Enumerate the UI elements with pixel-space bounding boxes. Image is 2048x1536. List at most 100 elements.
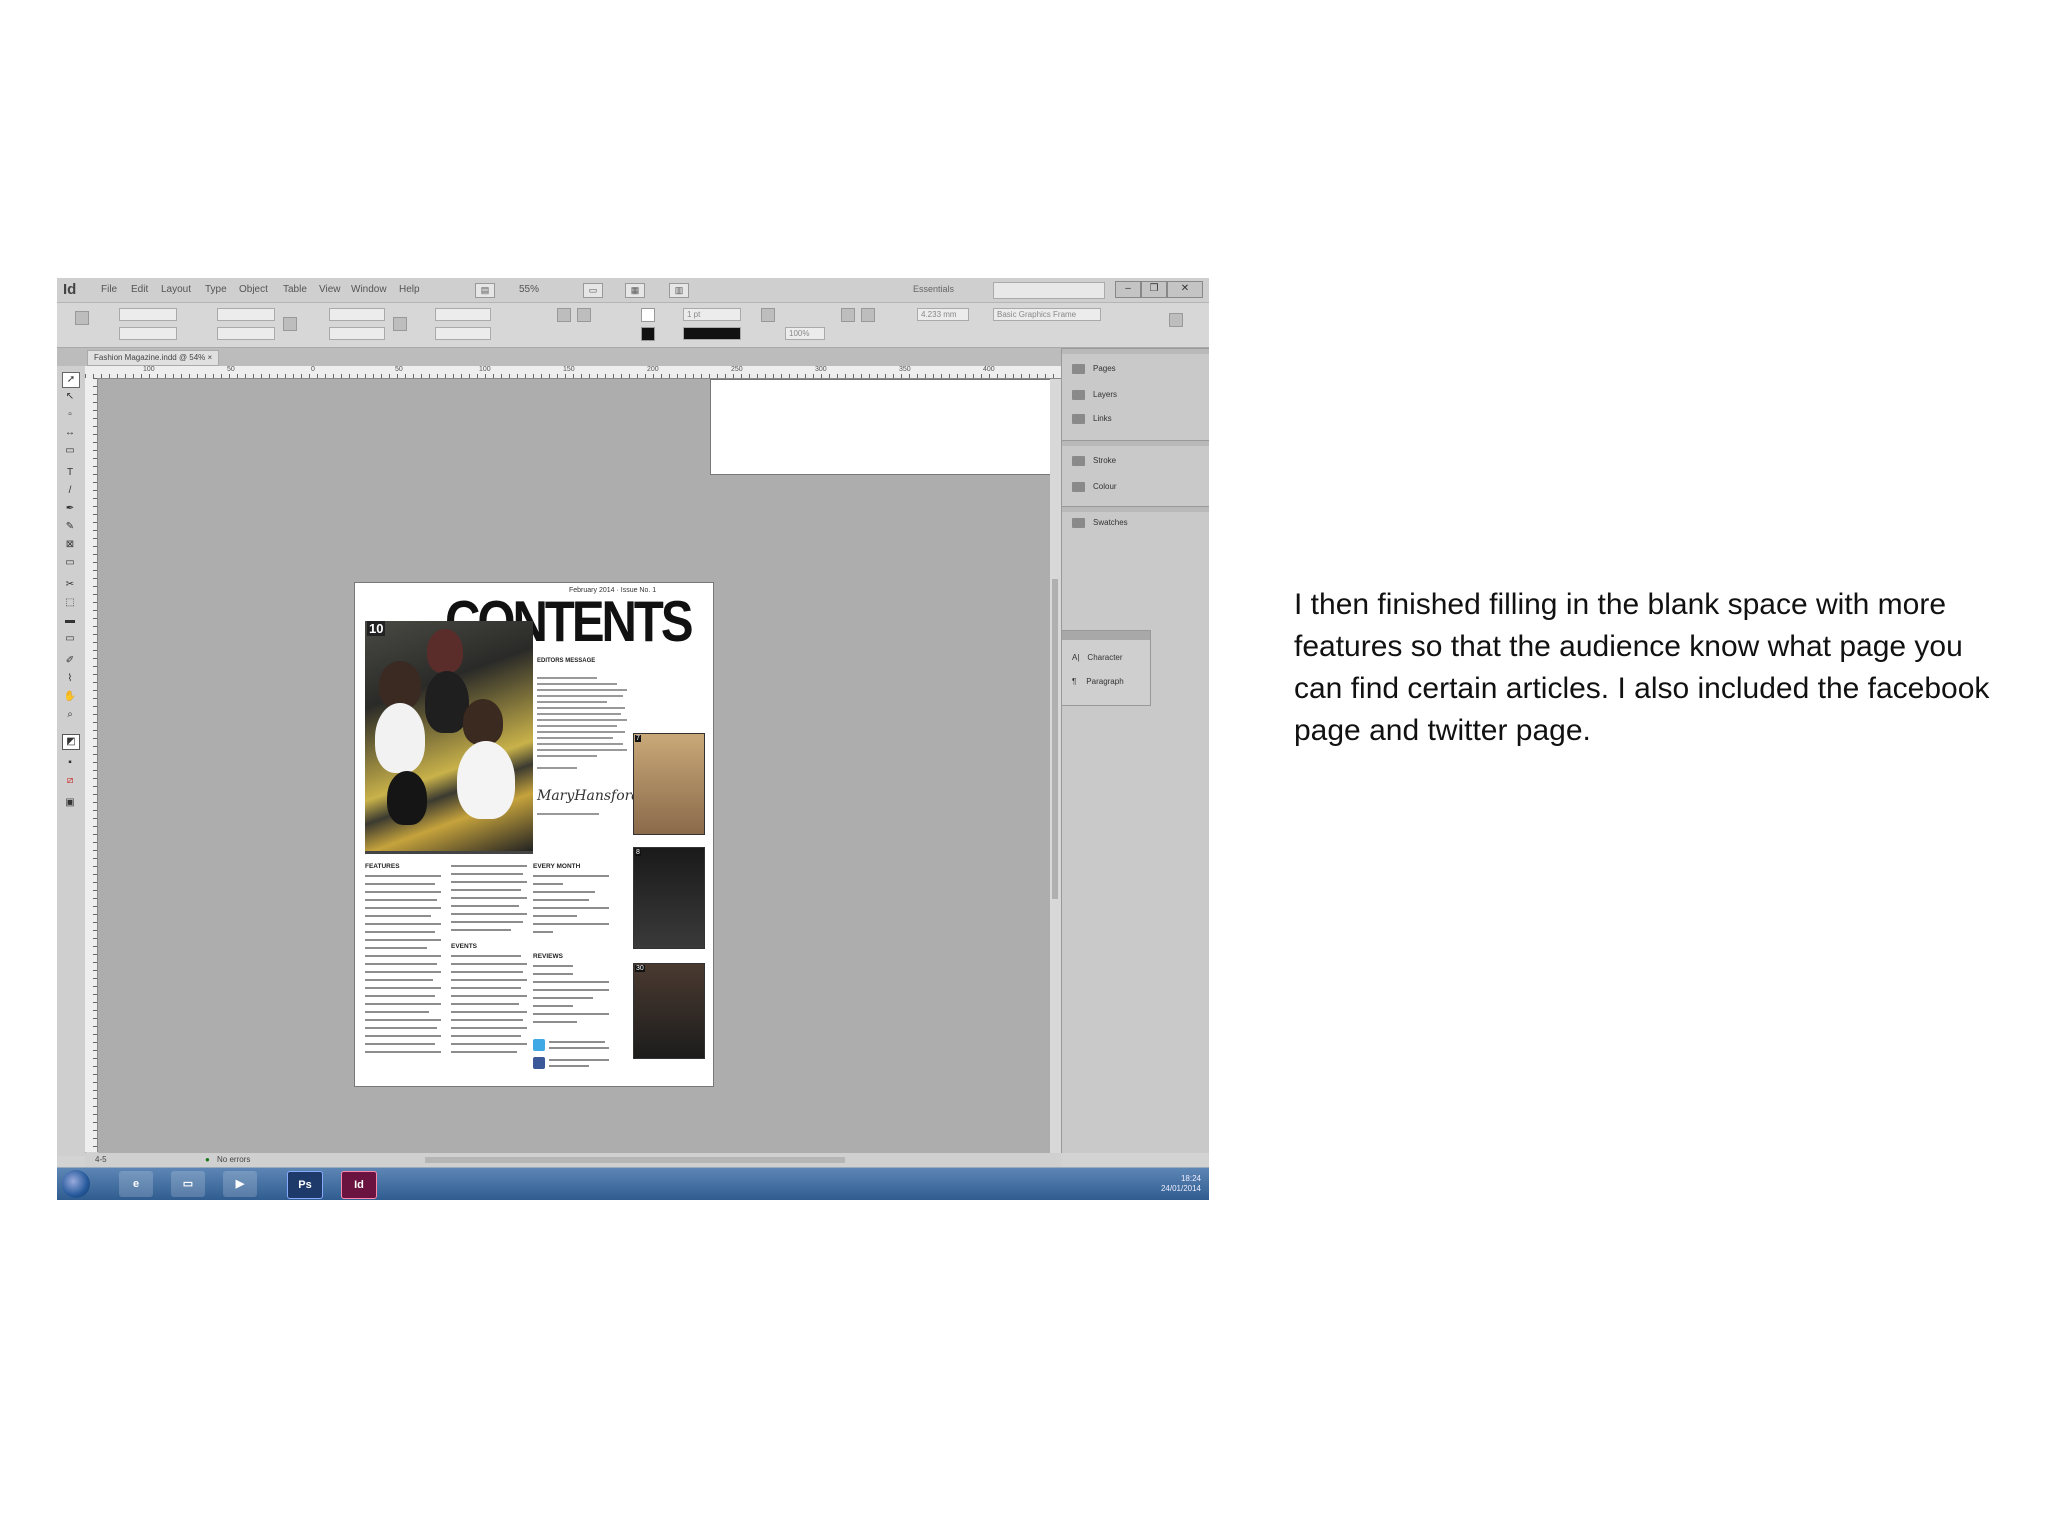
- scroll-thumb[interactable]: [1052, 579, 1058, 899]
- rotation-field[interactable]: [435, 308, 491, 321]
- close-button[interactable]: ✕: [1167, 281, 1203, 298]
- thumbnail-photo-3[interactable]: 30: [633, 963, 705, 1059]
- apply-color-icon[interactable]: ▪: [62, 756, 78, 770]
- zoom-tool-icon[interactable]: ⌕: [62, 708, 78, 722]
- stroke-swatch-icon[interactable]: [641, 327, 655, 341]
- shear-field[interactable]: [435, 327, 491, 340]
- workspace-switcher[interactable]: Essentials: [913, 284, 954, 294]
- clock-date[interactable]: 24/01/2014: [1161, 1184, 1201, 1193]
- close-tab-icon[interactable]: ×: [208, 353, 213, 362]
- horizontal-scrollbar[interactable]: [425, 1157, 845, 1163]
- screen-mode-icon[interactable]: ▦: [625, 283, 645, 298]
- pencil-tool-icon[interactable]: ✎: [62, 520, 78, 534]
- media-player-icon[interactable]: ▶: [223, 1171, 257, 1197]
- contents-page[interactable]: February 2014 · Issue No. 1 CONTENTS 10 …: [354, 582, 714, 1087]
- opacity-field[interactable]: 100%: [785, 327, 825, 340]
- hand-tool-icon[interactable]: ✋: [62, 690, 78, 704]
- menu-type[interactable]: Type: [205, 284, 227, 295]
- fitting-icon[interactable]: [761, 308, 775, 322]
- selection-tool-icon[interactable]: ➚: [62, 372, 80, 388]
- page-tool-icon[interactable]: ▫: [62, 408, 78, 422]
- scissors-tool-icon[interactable]: ✂: [62, 578, 78, 592]
- reference-point-icon[interactable]: [75, 311, 89, 325]
- zoom-level[interactable]: 55%: [519, 284, 539, 295]
- panel-pages[interactable]: Pages: [1072, 360, 1116, 378]
- free-transform-tool-icon[interactable]: ⬚: [62, 596, 78, 610]
- clock-time[interactable]: 18:24: [1181, 1174, 1201, 1183]
- bridge-icon[interactable]: ▤: [475, 283, 495, 298]
- panel-links[interactable]: Links: [1072, 410, 1112, 428]
- preflight-status[interactable]: No errors: [217, 1155, 250, 1164]
- menu-table[interactable]: Table: [283, 284, 307, 295]
- fill-stroke-icon[interactable]: ◩: [62, 734, 80, 750]
- direct-selection-tool-icon[interactable]: ↖: [62, 390, 78, 404]
- panel-paragraph[interactable]: ¶ Paragraph: [1072, 673, 1124, 691]
- gradient-feather-tool-icon[interactable]: ▭: [62, 632, 78, 646]
- hero-photo[interactable]: 10: [365, 621, 533, 851]
- control-panel: 1 pt 100% 4.233 mm Basic Graphics Frame: [57, 303, 1209, 348]
- gap-field[interactable]: 4.233 mm: [917, 308, 969, 321]
- restore-button[interactable]: ❐: [1141, 281, 1167, 298]
- menu-edit[interactable]: Edit: [131, 284, 148, 295]
- scale-y-field[interactable]: [329, 327, 385, 340]
- page-number-field[interactable]: 4-5: [95, 1155, 107, 1164]
- panel-character[interactable]: A| Character: [1072, 649, 1123, 667]
- content-collector-icon[interactable]: ▭: [62, 444, 78, 458]
- menu-window[interactable]: Window: [351, 284, 387, 295]
- search-input[interactable]: [993, 282, 1105, 299]
- eyedropper-tool-icon[interactable]: ⌇: [62, 672, 78, 686]
- scale-x-field[interactable]: [329, 308, 385, 321]
- gradient-tool-icon[interactable]: ▬: [62, 614, 78, 628]
- apply-none-icon[interactable]: ⧄: [62, 774, 78, 788]
- distribute-icon[interactable]: [861, 308, 875, 322]
- rectangle-tool-icon[interactable]: ▭: [62, 556, 78, 570]
- indesign-icon[interactable]: Id: [341, 1171, 377, 1199]
- gap-tool-icon[interactable]: ↔: [62, 426, 78, 440]
- pasteboard[interactable]: February 2014 · Issue No. 1 CONTENTS 10 …: [98, 379, 1070, 1153]
- scale-link-icon[interactable]: [393, 317, 407, 331]
- arrange-documents-icon[interactable]: ▥: [669, 283, 689, 298]
- width-field[interactable]: [217, 308, 275, 321]
- type-tool-icon[interactable]: T: [62, 466, 78, 480]
- ie-icon[interactable]: e: [119, 1171, 153, 1197]
- floating-panel-header[interactable]: [1062, 631, 1150, 640]
- thumbnail-photo-2[interactable]: 8: [633, 847, 705, 949]
- menu-layout[interactable]: Layout: [161, 284, 191, 295]
- x-field[interactable]: [119, 308, 177, 321]
- start-button[interactable]: [62, 1170, 90, 1198]
- line-tool-icon[interactable]: /: [62, 484, 78, 498]
- panel-colour[interactable]: Colour: [1072, 478, 1117, 496]
- rectangle-frame-tool-icon[interactable]: ⊠: [62, 538, 78, 552]
- photoshop-icon[interactable]: Ps: [287, 1171, 323, 1199]
- stroke-type-select[interactable]: [683, 327, 741, 340]
- fill-swatch-icon[interactable]: [641, 308, 655, 322]
- document-tab[interactable]: Fashion Magazine.indd @ 54% ×: [87, 350, 220, 366]
- align-icon[interactable]: [841, 308, 855, 322]
- vertical-scrollbar[interactable]: [1050, 379, 1061, 1153]
- rotate-icon[interactable]: [557, 308, 571, 322]
- panel-layers[interactable]: Layers: [1072, 386, 1117, 404]
- constrain-proportions-icon[interactable]: [283, 317, 297, 331]
- stroke-weight-field[interactable]: 1 pt: [683, 308, 741, 321]
- menu-help[interactable]: Help: [399, 284, 420, 295]
- thumbnail-photo-1[interactable]: 7: [633, 733, 705, 835]
- screen-mode-tool-icon[interactable]: ▣: [62, 796, 78, 810]
- menu-object[interactable]: Object: [239, 284, 268, 295]
- previous-page[interactable]: [710, 379, 1070, 475]
- text-line: [365, 1011, 429, 1013]
- folder-icon[interactable]: ▭: [171, 1171, 205, 1197]
- menu-view[interactable]: View: [319, 284, 341, 295]
- object-style-select[interactable]: Basic Graphics Frame: [993, 308, 1101, 321]
- pen-tool-icon[interactable]: ✒: [62, 502, 78, 516]
- view-options-icon[interactable]: ▭: [583, 283, 603, 298]
- height-field[interactable]: [217, 327, 275, 340]
- menu-file[interactable]: File: [101, 284, 117, 295]
- minimize-button[interactable]: –: [1115, 281, 1141, 298]
- panel-menu-icon[interactable]: [1169, 313, 1183, 327]
- note-tool-icon[interactable]: ✐: [62, 654, 78, 668]
- panel-stroke[interactable]: Stroke: [1072, 452, 1116, 470]
- flip-icon[interactable]: [577, 308, 591, 322]
- text-line: [451, 1051, 517, 1053]
- panel-swatches[interactable]: Swatches: [1072, 514, 1128, 532]
- y-field[interactable]: [119, 327, 177, 340]
